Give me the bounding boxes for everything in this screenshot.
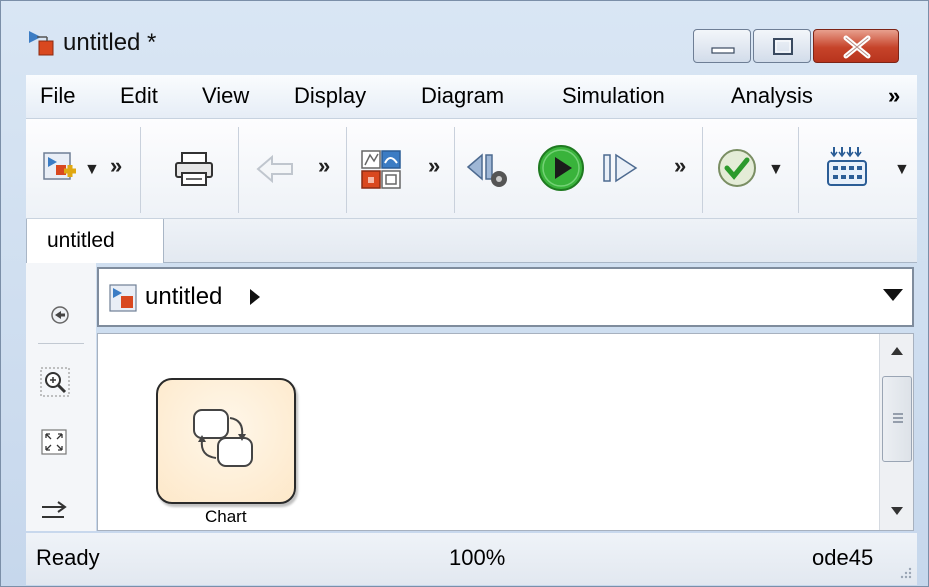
library-browser-icon[interactable]: [360, 149, 404, 191]
solver-name[interactable]: ode45: [812, 545, 873, 571]
hide-show-browser-icon[interactable]: [50, 305, 70, 325]
check-dropdown-icon[interactable]: ▼: [768, 161, 784, 179]
simulink-model-icon: [29, 31, 54, 56]
step-back-icon[interactable]: [466, 149, 510, 189]
tool-palette: [26, 263, 96, 531]
model-canvas[interactable]: Chart: [97, 333, 914, 531]
minimize-button[interactable]: [693, 29, 751, 63]
tab-bar: untitled: [26, 219, 917, 263]
resize-grip-icon[interactable]: [898, 565, 912, 579]
simulink-window: untitled * File Edit View Display Diagra…: [0, 0, 929, 587]
chart-block[interactable]: [156, 378, 296, 504]
menu-analysis[interactable]: Analysis: [731, 83, 813, 109]
toolbar-overflow-4[interactable]: »: [674, 153, 686, 179]
new-model-dropdown-icon[interactable]: ▼: [84, 161, 100, 179]
menu-view[interactable]: View: [202, 83, 249, 109]
toolbar: ▼ » » » » ▼ ▼: [26, 119, 917, 219]
simulink-model-icon: [109, 284, 137, 312]
title-bar[interactable]: untitled *: [1, 1, 928, 75]
step-forward-icon[interactable]: [600, 149, 642, 187]
grip-icon: [893, 413, 903, 423]
menu-simulation[interactable]: Simulation: [562, 83, 665, 109]
back-arrow-icon[interactable]: [254, 153, 296, 185]
menu-file[interactable]: File: [40, 83, 75, 109]
model-advisor-check-icon[interactable]: [716, 147, 758, 189]
status-bar: Ready 100% ode45: [26, 533, 917, 585]
menu-display[interactable]: Display: [294, 83, 366, 109]
print-icon[interactable]: [174, 151, 214, 187]
toolbar-overflow-2[interactable]: »: [318, 153, 330, 179]
new-model-icon[interactable]: [42, 151, 78, 187]
tab-untitled[interactable]: untitled: [26, 219, 164, 263]
model-browser-address-bar[interactable]: untitled: [97, 267, 914, 327]
toolbar-overflow-1[interactable]: »: [110, 153, 122, 179]
fit-to-view-icon[interactable]: [41, 429, 67, 455]
minimize-icon: [711, 47, 735, 54]
stateflow-chart-icon: [193, 409, 253, 467]
menu-bar: File Edit View Display Diagram Simulatio…: [26, 75, 917, 119]
build-icon[interactable]: [826, 145, 868, 189]
zoom-level: 100%: [449, 545, 506, 570]
breadcrumb-arrow-icon[interactable]: [249, 287, 261, 307]
window-title: untitled *: [63, 29, 157, 56]
address-dropdown-icon[interactable]: [882, 287, 904, 303]
chart-block-label: Chart: [205, 507, 247, 526]
menu-overflow-chevron[interactable]: »: [888, 83, 900, 109]
scroll-down-icon[interactable]: [890, 506, 904, 516]
scroll-up-icon[interactable]: [890, 346, 904, 356]
toolbar-overflow-3[interactable]: »: [428, 153, 440, 179]
close-icon: [843, 35, 871, 59]
scrollbar-thumb[interactable]: [882, 376, 912, 462]
run-icon[interactable]: [536, 143, 586, 193]
maximize-icon: [773, 38, 793, 55]
build-dropdown-icon[interactable]: ▼: [894, 161, 910, 179]
tab-label: untitled: [47, 229, 115, 252]
zoom-in-icon[interactable]: [40, 367, 70, 397]
address-model-name[interactable]: untitled: [145, 283, 222, 311]
status-text: Ready: [36, 545, 100, 570]
menu-edit[interactable]: Edit: [120, 83, 158, 109]
arrow-connections-icon[interactable]: [40, 501, 70, 523]
menu-diagram[interactable]: Diagram: [421, 83, 504, 109]
vertical-scrollbar[interactable]: [879, 334, 913, 530]
close-button[interactable]: [813, 29, 899, 63]
maximize-button[interactable]: [753, 29, 811, 63]
